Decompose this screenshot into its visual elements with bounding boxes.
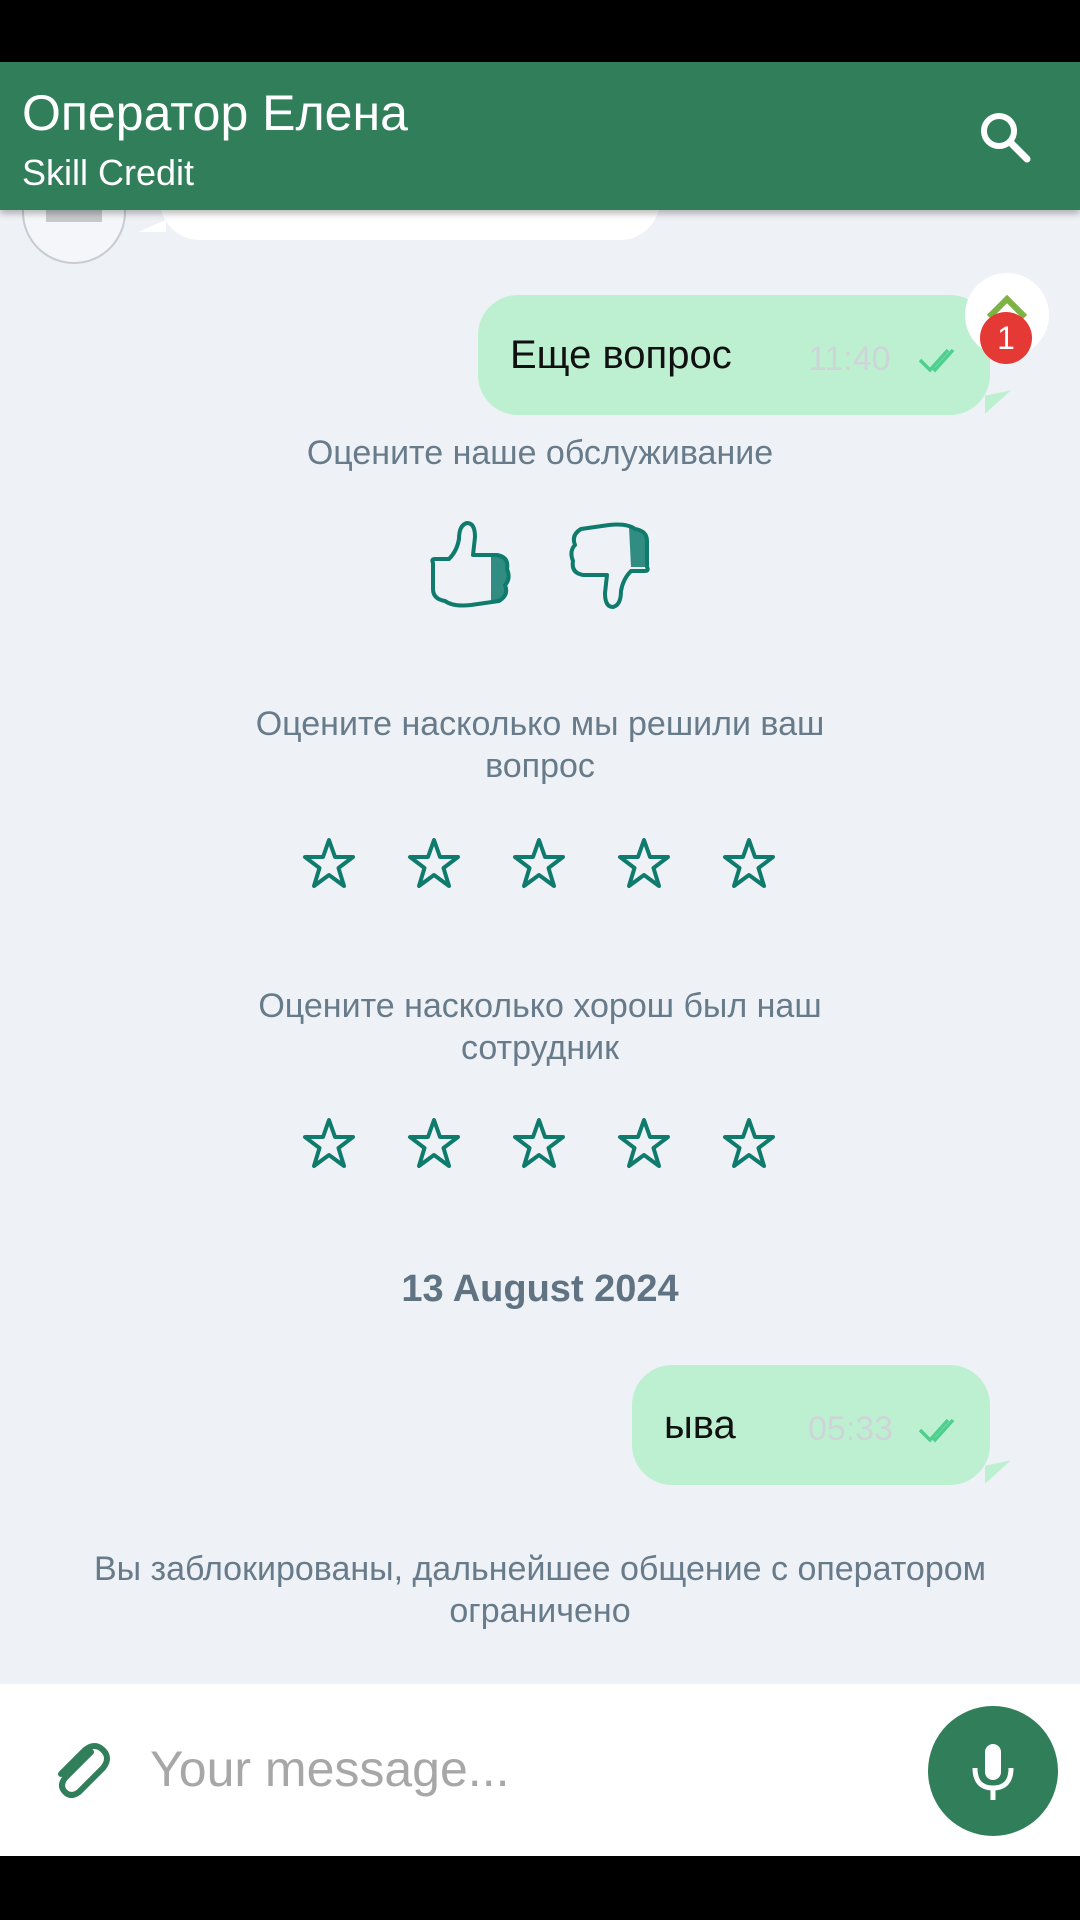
- message-time: 11:40: [808, 340, 891, 378]
- paperclip-icon: [58, 1743, 110, 1798]
- date-separator: 13 August 2024: [401, 1268, 679, 1310]
- app-bar: Оператор Елена Skill Credit: [0, 62, 1080, 210]
- outgoing-bubble-tail: [985, 1460, 1011, 1484]
- star-icon[interactable]: [301, 836, 357, 892]
- employee-title-line1: Оцените насколько хорош был наш: [258, 987, 822, 1025]
- status-bar: [0, 0, 1080, 62]
- star-icon[interactable]: [301, 1116, 357, 1172]
- attach-button[interactable]: [45, 1734, 115, 1804]
- search-icon: [981, 113, 1031, 163]
- incoming-bubble-tail: [138, 220, 166, 232]
- message-time: 05:33: [808, 1410, 894, 1448]
- employee-title-line2: сотрудник: [461, 1029, 619, 1067]
- outgoing-message-bubble[interactable]: Еще вопрос 11:40: [478, 295, 990, 415]
- star-icon[interactable]: [616, 836, 672, 892]
- resolution-title-line2: вопрос: [485, 747, 595, 785]
- thumbs-up-icon[interactable]: [421, 515, 521, 615]
- star-icon[interactable]: [511, 1116, 567, 1172]
- star-icon[interactable]: [406, 836, 462, 892]
- double-check-icon: [918, 348, 955, 373]
- message-composer: [0, 1684, 1080, 1856]
- star-icon[interactable]: [616, 1116, 672, 1172]
- incoming-message-bubble: [160, 210, 660, 240]
- double-check-icon: [918, 1418, 955, 1443]
- chat-area[interactable]: Еще вопрос 11:40 1 Оцените наше обслужив…: [0, 210, 1080, 1684]
- blocked-notice-line2: ограничено: [449, 1592, 631, 1630]
- outgoing-message-bubble[interactable]: ыва 05:33: [632, 1365, 990, 1485]
- message-input[interactable]: [150, 1724, 900, 1814]
- resolution-title-line1: Оцените насколько мы решили ваш: [255, 705, 825, 743]
- navigation-bar: [0, 1856, 1080, 1920]
- chat-subtitle: Skill Credit: [22, 152, 195, 193]
- star-icon[interactable]: [511, 836, 567, 892]
- employee-rating-title: Оцените насколько хорош был наш сотрудни…: [0, 985, 1080, 1069]
- microphone-icon: [972, 1744, 1014, 1800]
- operator-avatar: [22, 210, 126, 264]
- blocked-notice: Вы заблокированы, дальнейшее общение с о…: [40, 1548, 1040, 1632]
- message-text: ыва: [664, 1403, 736, 1447]
- unread-count-badge: 1: [980, 312, 1032, 364]
- microphone-button[interactable]: [928, 1706, 1058, 1836]
- search-button[interactable]: [975, 107, 1035, 167]
- blocked-notice-line1: Вы заблокированы, дальнейшее общение с о…: [93, 1550, 987, 1588]
- star-icon[interactable]: [721, 836, 777, 892]
- chat-title: Оператор Елена: [22, 85, 408, 141]
- resolution-rating-title: Оцените насколько мы решили ваш вопрос: [0, 703, 1080, 787]
- star-icon[interactable]: [721, 1116, 777, 1172]
- outgoing-bubble-tail: [985, 390, 1011, 414]
- star-icon[interactable]: [406, 1116, 462, 1172]
- message-text: Еще вопрос: [510, 333, 732, 377]
- thumbs-down-icon[interactable]: [559, 515, 659, 615]
- service-rating-title: Оцените наше обслуживание: [306, 434, 774, 472]
